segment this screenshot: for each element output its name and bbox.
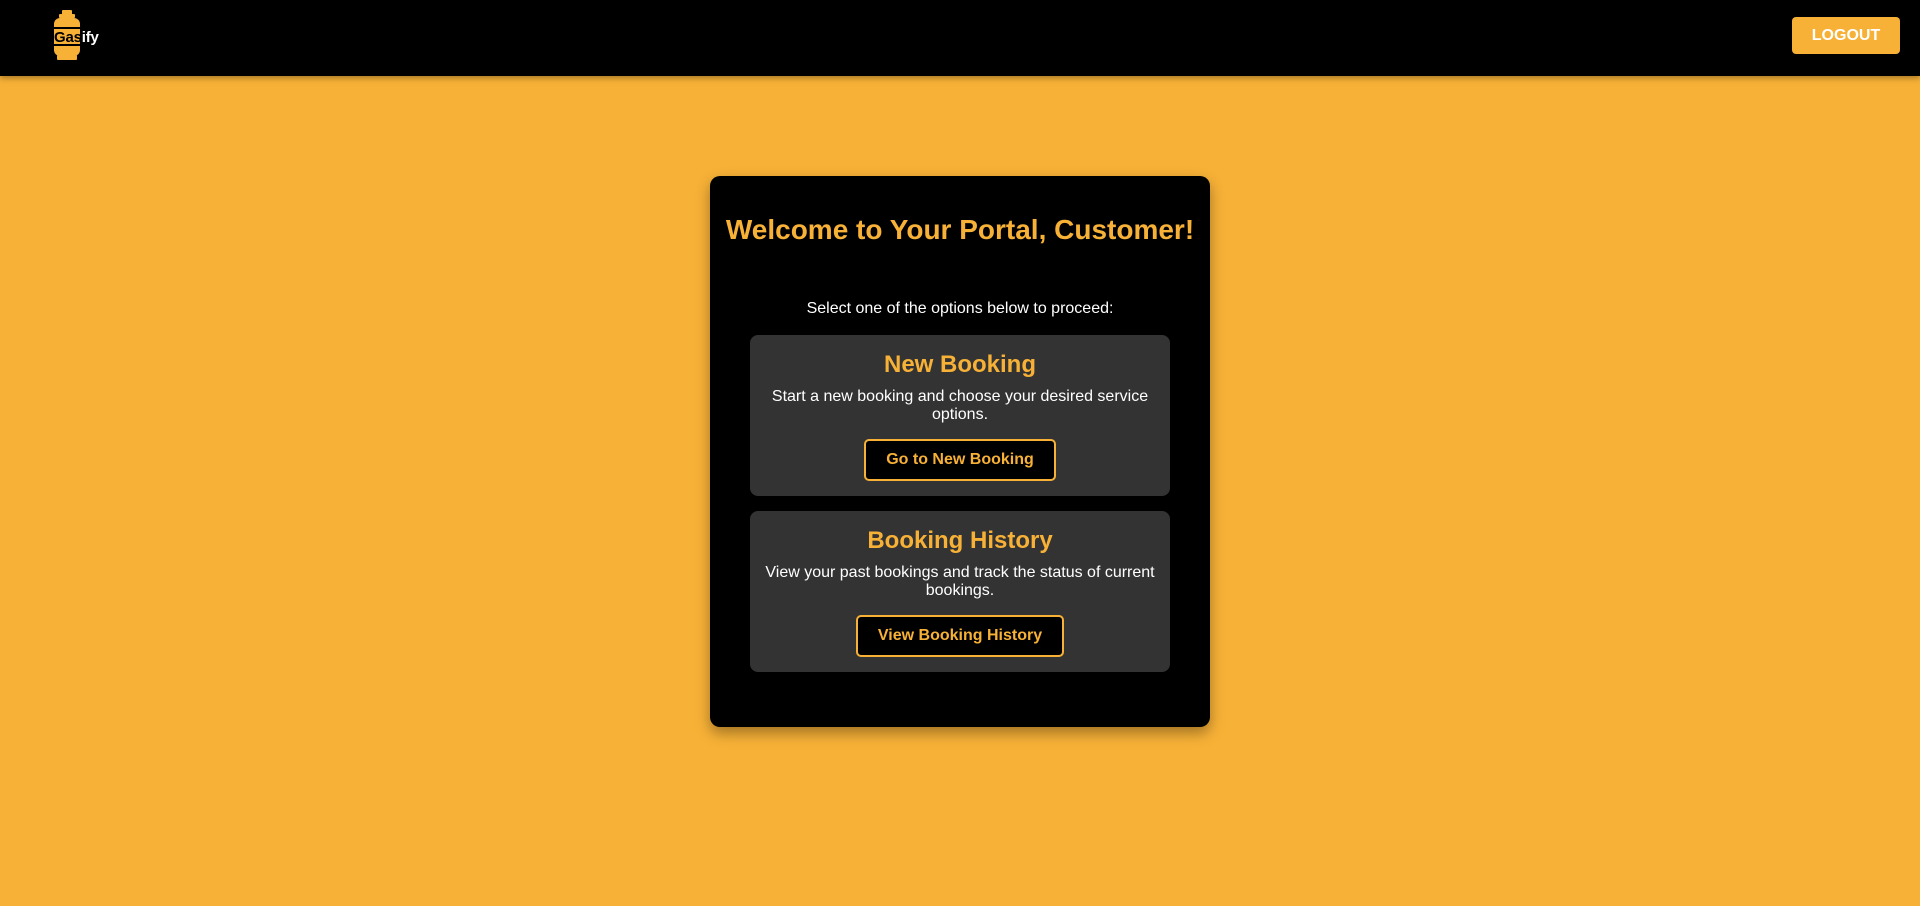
- booking-history-card: Booking History View your past bookings …: [750, 511, 1170, 672]
- logo-text: Gasify: [54, 29, 99, 46]
- top-navbar: Gasify LOGOUT: [0, 0, 1920, 76]
- portal-card: Welcome to Your Portal, Customer! Select…: [710, 176, 1210, 727]
- gasify-logo[interactable]: Gasify: [52, 10, 112, 62]
- new-booking-title: New Booking: [883, 351, 1036, 378]
- page-subtitle: Select one of the options below to proce…: [806, 300, 1114, 317]
- page-title: Welcome to Your Portal, Customer!: [725, 214, 1195, 245]
- new-booking-description: Start a new booking and choose your desi…: [771, 388, 1149, 423]
- new-booking-card: New Booking Start a new booking and choo…: [750, 335, 1170, 496]
- logout-button[interactable]: LOGOUT: [1792, 17, 1900, 54]
- booking-history-title: Booking History: [867, 527, 1053, 554]
- view-booking-history-button[interactable]: View Booking History: [856, 615, 1064, 657]
- go-to-new-booking-button[interactable]: Go to New Booking: [864, 439, 1056, 481]
- booking-history-description: View your past bookings and track the st…: [765, 564, 1155, 599]
